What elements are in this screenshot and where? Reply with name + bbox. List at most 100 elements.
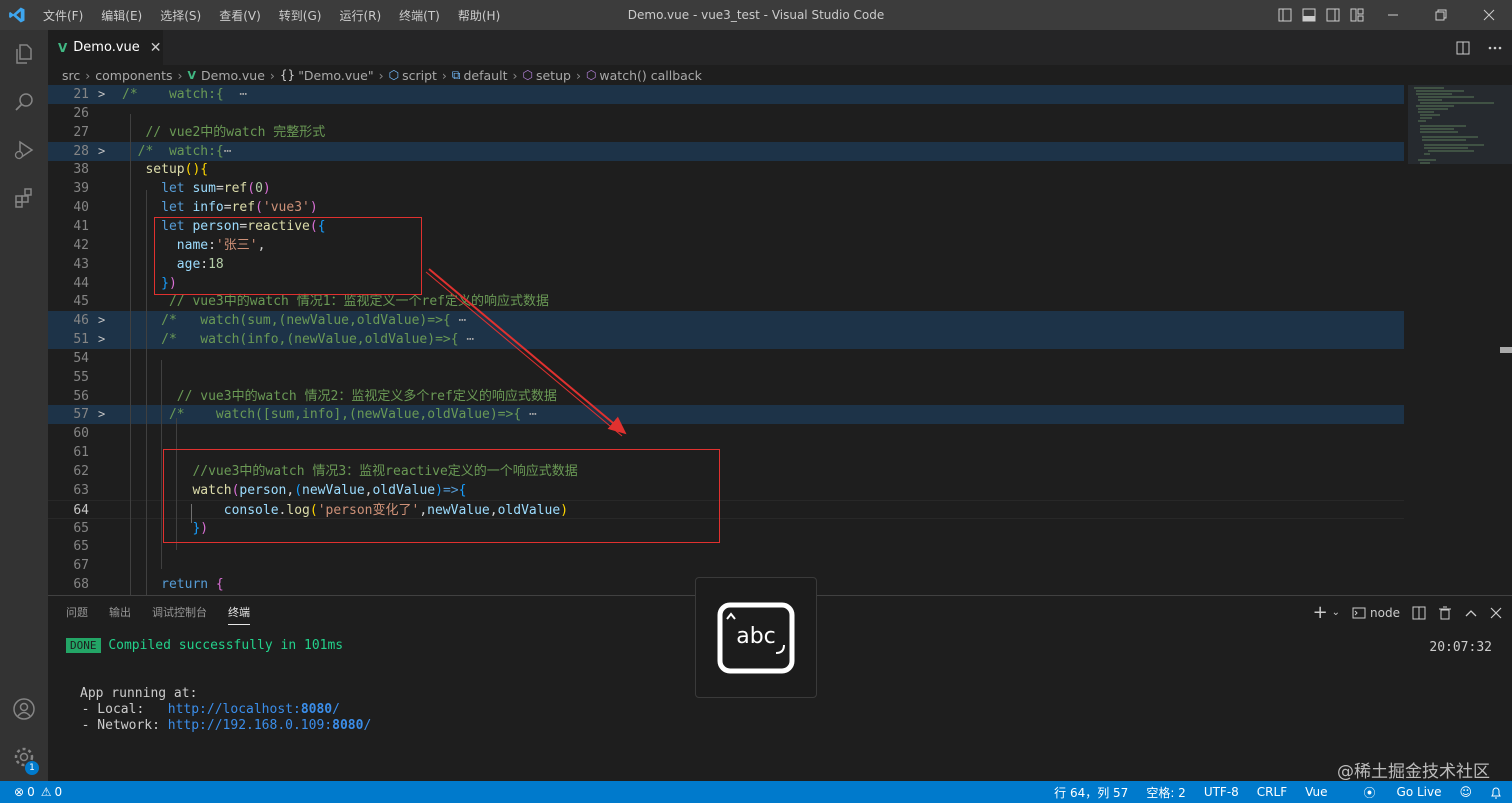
chevron-right-icon: › [512, 67, 518, 83]
code-line[interactable]: 28 > /* watch:{⋯ [48, 141, 1404, 161]
menu-item[interactable]: 运行(R) [330, 7, 390, 24]
network-url-link[interactable]: http://192.168.0.109:8080/ [168, 718, 372, 733]
code-token: { [200, 162, 209, 178]
breadcrumb-object[interactable]: "Demo.vue" [298, 68, 373, 83]
trash-icon[interactable] [1438, 606, 1452, 620]
minimize-icon[interactable] [1370, 0, 1416, 30]
run-debug-icon[interactable] [0, 126, 48, 174]
input-method-overlay: abc [695, 577, 817, 698]
code-editor[interactable]: 21 >/* watch:{ ⋯ 26 27 // vue2中的watch 完整形式 2… [48, 85, 1512, 595]
tab-demo-vue[interactable]: V Demo.vue ✕ [48, 30, 163, 65]
code-line[interactable]: 51 > /* watch(info,(newValue,oldValue)=>{… [48, 330, 1404, 350]
code-line[interactable]: 60 [48, 424, 1404, 443]
code-line[interactable]: 54 [48, 349, 1404, 368]
chevron-right-icon: › [85, 67, 91, 83]
fold-chevron-icon[interactable]: > [98, 142, 105, 161]
menu-item[interactable]: 选择(S) [151, 7, 210, 24]
line-number: 68 [73, 577, 89, 593]
menu-item[interactable]: 文件(F) [34, 7, 92, 24]
fold-chevron-icon[interactable]: > [98, 330, 105, 349]
code-line[interactable]: 57 > /* watch([sum,info],(newValue,oldVal… [48, 405, 1404, 425]
toggle-secondary-sidebar-icon[interactable] [1322, 0, 1344, 30]
indentation[interactable]: 空格: 2 [1146, 784, 1186, 801]
accounts-icon[interactable] [0, 685, 48, 733]
more-actions-icon[interactable] [1488, 41, 1502, 55]
breadcrumb-default[interactable]: default [464, 68, 508, 83]
code-token: = [223, 200, 232, 216]
indent-guide [161, 360, 162, 569]
code-token: let [122, 200, 193, 216]
panel-tab[interactable]: 调试控制台 [152, 604, 207, 625]
notifications-bell-icon[interactable] [1490, 786, 1502, 799]
terminal-output[interactable]: DONE Compiled successfully in 101ms App … [66, 638, 371, 734]
code-text: // vue3中的watch 情况1：监视定义一个ref定义的响应式数据 [122, 292, 549, 311]
breadcrumb-file[interactable]: Demo.vue [201, 68, 265, 83]
done-badge: DONE [66, 638, 101, 653]
toggle-primary-sidebar-icon[interactable] [1274, 0, 1296, 30]
maximize-panel-icon[interactable] [1464, 606, 1478, 620]
code-line[interactable]: 67 [48, 556, 1404, 575]
chevron-right-icon: › [441, 67, 447, 83]
problems-status[interactable]: ⊗ 0 ⚠ 0 [14, 785, 62, 799]
fold-chevron-icon[interactable]: > [98, 311, 105, 330]
code-line[interactable]: 21 > /* watch:{ ⋯ [48, 85, 1404, 104]
end-of-line[interactable]: CRLF [1257, 785, 1287, 799]
terminal-name[interactable]: node [1370, 606, 1400, 620]
code-line[interactable]: 45 // vue3中的watch 情况1：监视定义一个ref定义的响应式数据 [48, 292, 1404, 311]
cursor-position[interactable]: 行 64，列 57 [1054, 784, 1128, 801]
field-icon: ⧉ [451, 67, 461, 82]
panel-tabs: 问题 输出 调试控制台 终端 [66, 604, 271, 625]
code-token: let [122, 181, 193, 197]
code-line[interactable]: 46 > /* watch(sum,(newValue,oldValue)=>{ … [48, 311, 1404, 331]
search-icon[interactable] [0, 78, 48, 126]
chevron-right-icon: › [177, 67, 183, 83]
panel-tab[interactable]: 终端 [228, 604, 250, 625]
close-window-icon[interactable] [1466, 0, 1512, 30]
fold-chevron-icon[interactable]: > [98, 405, 105, 424]
go-live-button[interactable]: ⦿ Go Live [1346, 784, 1442, 801]
toggle-panel-icon[interactable] [1298, 0, 1320, 30]
panel-tab[interactable]: 输出 [109, 604, 131, 625]
code-line[interactable]: 27 // vue2中的watch 完整形式 [48, 123, 1404, 142]
split-editor-icon[interactable] [1456, 41, 1470, 55]
menu-item[interactable]: 终端(T) [390, 7, 449, 24]
breadcrumb-callback[interactable]: watch() callback [599, 68, 702, 83]
code-line[interactable]: 56 // vue3中的watch 情况2：监视定义多个ref定义的响应式数据 [48, 387, 1404, 406]
extensions-icon[interactable] [0, 174, 48, 222]
panel-tab[interactable]: 问题 [66, 604, 88, 625]
breadcrumb-components[interactable]: components [95, 68, 172, 83]
chevron-down-icon[interactable]: ⌄ [1332, 607, 1340, 618]
restore-icon[interactable] [1418, 0, 1464, 30]
code-token: = [215, 181, 224, 197]
language-mode[interactable]: Vue [1305, 785, 1327, 799]
breadcrumb-script[interactable]: script [402, 68, 437, 83]
code-token: return [122, 577, 216, 593]
code-line[interactable]: 40 let info=ref('vue3') [48, 198, 1404, 217]
customize-layout-icon[interactable] [1346, 0, 1368, 30]
menu-item[interactable]: 转到(G) [270, 7, 331, 24]
code-line[interactable]: 39 let sum=ref(0) [48, 179, 1404, 198]
split-terminal-icon[interactable] [1412, 606, 1426, 620]
close-tab-icon[interactable]: ✕ [150, 40, 162, 56]
local-url: http://localhost: [167, 702, 301, 717]
breadcrumb-setup[interactable]: setup [536, 68, 571, 83]
menu-item[interactable]: 查看(V) [210, 7, 270, 24]
menu-item[interactable]: 帮助(H) [449, 7, 509, 24]
manage-gear-icon[interactable]: 1 [0, 733, 48, 781]
code-line[interactable]: 38 setup(){ [48, 160, 1404, 179]
local-url-link[interactable]: http://localhost:8080/ [168, 702, 340, 717]
watermark: @稀土掘金技术社区 [1337, 762, 1490, 782]
fold-chevron-icon[interactable]: > [98, 85, 105, 104]
code-token: ) [262, 181, 271, 197]
code-line[interactable]: 55 [48, 368, 1404, 387]
new-terminal-icon[interactable]: + [1313, 602, 1328, 623]
line-number: 62 [73, 464, 89, 479]
minimap[interactable] [1404, 85, 1512, 595]
breadcrumb-src[interactable]: src [62, 68, 80, 83]
close-panel-icon[interactable] [1490, 607, 1502, 619]
encoding[interactable]: UTF-8 [1204, 785, 1239, 799]
code-line[interactable]: 26 [48, 104, 1404, 123]
feedback-icon[interactable]: ☺ [1459, 785, 1472, 799]
explorer-icon[interactable] [0, 30, 48, 78]
menu-item[interactable]: 编辑(E) [92, 7, 151, 24]
